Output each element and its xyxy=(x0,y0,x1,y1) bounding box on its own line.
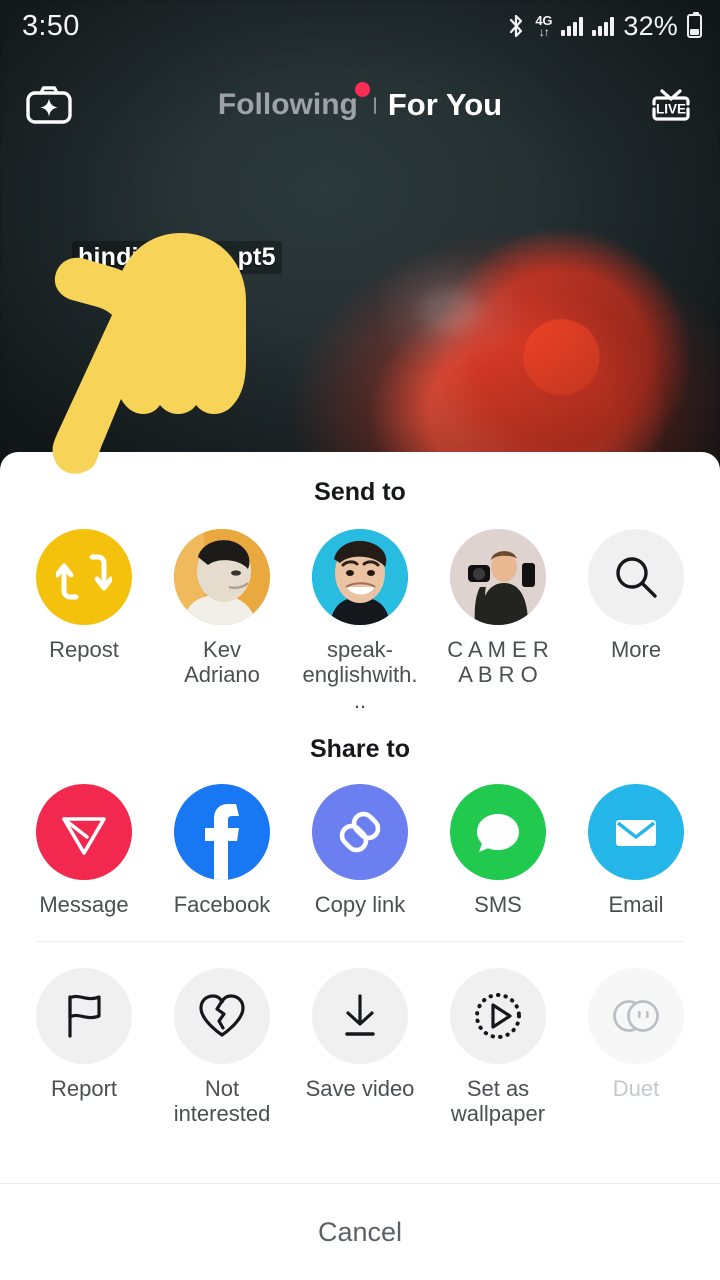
sms-icon-circle xyxy=(450,783,546,880)
send-to-title: Send to xyxy=(314,478,406,506)
live-tv-icon: LIVE xyxy=(652,89,690,121)
action-item-label: Not interested xyxy=(173,1076,271,1127)
feed-tabs: Following For You xyxy=(76,82,644,123)
download-icon xyxy=(345,994,375,1036)
set-as-wallpaper-icon-circle xyxy=(450,968,546,1065)
link-icon xyxy=(339,811,381,853)
search-icon xyxy=(616,557,657,598)
camera-effects-button[interactable] xyxy=(22,78,76,132)
send-to-item-label: More xyxy=(610,637,662,662)
send-to-item-more[interactable]: More xyxy=(578,529,694,662)
email-icon-circle xyxy=(588,783,684,880)
action-item-label: Duet xyxy=(612,1076,660,1102)
send-to-item-label: C A M E R A B R O xyxy=(447,637,549,688)
share-to-item-label: Facebook xyxy=(173,891,271,917)
tab-divider xyxy=(373,96,376,114)
send-to-row: Repost Kev Adriano speak-englishwith... … xyxy=(0,529,720,713)
facebook-icon-circle xyxy=(174,783,270,880)
repost-icon-circle xyxy=(36,529,132,625)
tiktok-message-icon xyxy=(62,817,106,855)
copy-link-icon-circle xyxy=(312,783,408,880)
battery-icon xyxy=(687,12,702,38)
action-item-set-as-wallpaper[interactable]: Set as wallpaper xyxy=(440,968,556,1127)
avatar-photo xyxy=(450,529,546,625)
actions-row: Report Not interested Save video Set as … xyxy=(0,968,720,1127)
tab-following-label: Following xyxy=(217,88,358,121)
action-item-report[interactable]: Report xyxy=(26,968,142,1101)
not-interested-icon-circle xyxy=(174,968,270,1065)
save-video-icon-circle xyxy=(312,968,408,1065)
report-icon-circle xyxy=(36,968,132,1065)
send-to-item-label: Repost xyxy=(49,637,119,662)
send-to-item-speakenglishwith[interactable]: speak-englishwith... xyxy=(302,529,418,713)
avatar-photo xyxy=(174,529,270,625)
share-to-title: Share to xyxy=(309,734,411,763)
repost-icon xyxy=(56,554,112,600)
avatar-photo xyxy=(312,529,408,625)
share-to-item-email[interactable]: Email xyxy=(578,783,694,917)
share-to-item-label: Copy link xyxy=(314,891,406,917)
share-to-item-message[interactable]: Message xyxy=(26,783,142,917)
send-to-item-repost[interactable]: Repost xyxy=(26,529,142,662)
share-to-item-sms[interactable]: SMS xyxy=(440,783,556,917)
action-item-save-video[interactable]: Save video xyxy=(302,968,418,1101)
top-navigation: Following For You LIVE xyxy=(0,72,720,138)
signal-bars-icon-sim1 xyxy=(561,16,584,36)
video-vignette xyxy=(0,0,720,470)
facebook-icon xyxy=(205,803,239,880)
email-envelope-icon xyxy=(616,819,656,846)
avatar xyxy=(174,529,270,625)
duet-icon-circle xyxy=(588,968,684,1065)
tab-for-you[interactable]: For You xyxy=(388,87,502,123)
share-to-item-copy-link[interactable]: Copy link xyxy=(302,783,418,917)
more-icon-circle xyxy=(588,529,684,625)
flag-icon xyxy=(68,995,101,1038)
cancel-button[interactable]: Cancel xyxy=(0,1184,720,1280)
action-item-duet: Duet xyxy=(578,968,694,1101)
bluetooth-icon xyxy=(510,14,523,38)
video-caption: hindi a… ras pt5 xyxy=(72,241,282,274)
sms-bubble-icon xyxy=(477,813,519,852)
live-button[interactable]: LIVE xyxy=(644,78,698,132)
share-to-item-label: Email xyxy=(608,891,664,917)
action-item-not-interested[interactable]: Not interested xyxy=(164,968,280,1127)
share-to-row: Message Facebook Copy link SMS Email xyxy=(0,783,720,917)
tab-following[interactable]: Following xyxy=(217,82,370,122)
send-to-item-label: speak-englishwith... xyxy=(302,637,418,713)
signal-bars-icon-sim2 xyxy=(592,16,615,36)
status-time: 3:50 xyxy=(22,9,80,42)
send-to-item-label: Kev Adriano xyxy=(184,637,260,688)
message-icon-circle xyxy=(36,783,132,880)
action-item-label: Set as wallpaper xyxy=(450,1076,546,1127)
following-notification-dot xyxy=(354,82,370,97)
action-item-label: Report xyxy=(50,1076,118,1102)
avatar xyxy=(312,529,408,625)
battery-percent-label: 32% xyxy=(623,10,678,41)
status-bar: 3:50 4G ↓↑ 32% xyxy=(0,0,720,52)
share-to-item-facebook[interactable]: Facebook xyxy=(164,783,280,917)
avatar xyxy=(450,529,546,625)
sheet-spacer xyxy=(0,1127,720,1157)
share-to-item-label: Message xyxy=(39,891,129,917)
action-item-label: Save video xyxy=(305,1076,415,1102)
sheet-divider xyxy=(36,941,684,943)
send-to-item-camerabro[interactable]: C A M E R A B R O xyxy=(440,529,556,688)
status-indicators: 4G ↓↑ 32% xyxy=(506,11,702,42)
tiktok-screen: 3:50 4G ↓↑ 32% Following For You LIVE hi… xyxy=(0,0,720,1280)
network-type-icon: 4G ↓↑ xyxy=(535,14,552,38)
share-sheet: Send to Repost Kev Adriano speak-english… xyxy=(0,452,720,1280)
send-to-item-kev-adriano[interactable]: Kev Adriano xyxy=(164,529,280,688)
play-dotted-circle-icon xyxy=(475,993,521,1040)
live-label: LIVE xyxy=(656,102,686,117)
share-to-item-label: SMS xyxy=(474,891,522,917)
broken-heart-icon xyxy=(199,994,245,1037)
duet-icon xyxy=(613,1000,659,1033)
camera-effects-icon xyxy=(26,86,72,124)
network-arrows-label: ↓↑ xyxy=(538,25,550,39)
